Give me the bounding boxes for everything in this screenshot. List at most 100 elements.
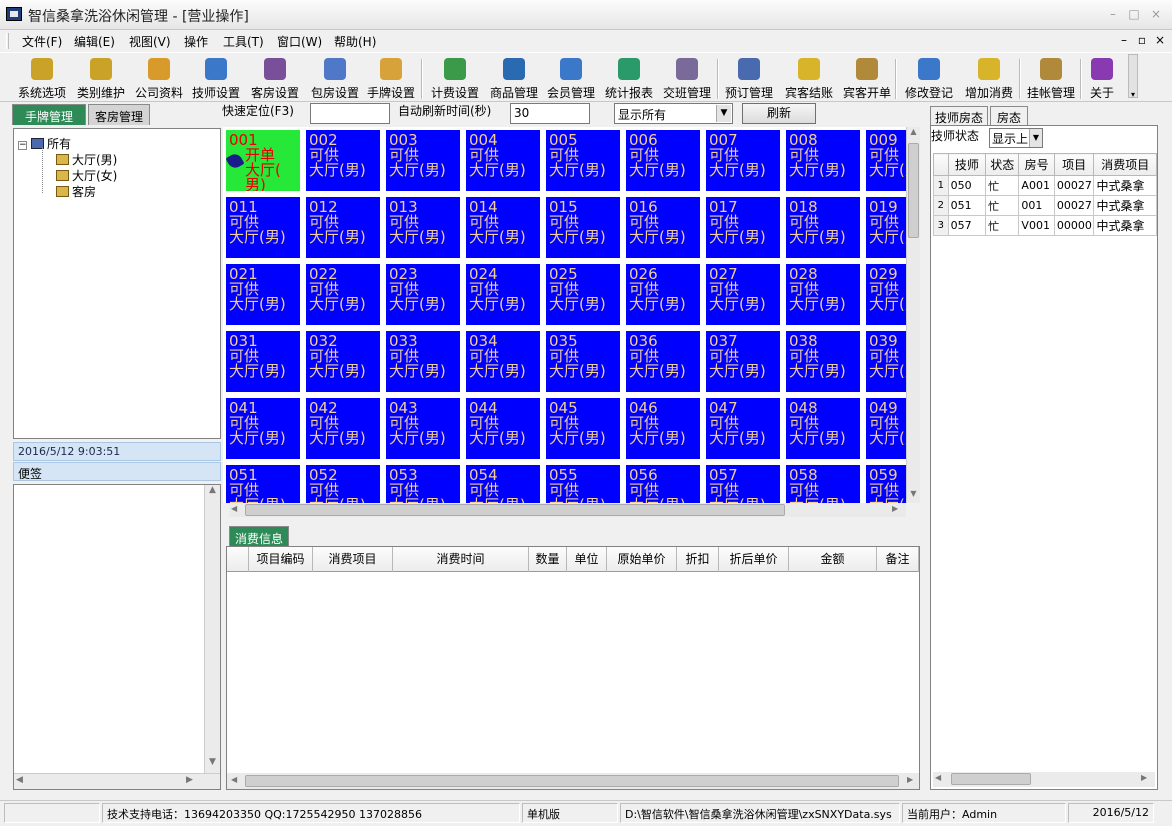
room-tile[interactable]: 003 可供 大厅(男) — [386, 130, 460, 191]
room-tile[interactable]: 007 可供 大厅(男) — [706, 130, 780, 191]
tech-hscroll[interactable]: ◀ ▶ — [933, 772, 1155, 787]
scroll-right-icon[interactable]: ▶ — [1141, 773, 1147, 782]
collapse-icon[interactable]: − — [18, 141, 27, 150]
tab-hand-card[interactable]: 手牌管理 — [12, 104, 86, 125]
room-tile[interactable]: 019可供大厅(男) — [866, 197, 906, 258]
room-tile[interactable]: 016 可供 大厅(男) — [626, 197, 700, 258]
tab-consumption[interactable]: 消费信息 — [229, 526, 289, 546]
room-tile[interactable]: 032 可供 大厅(男) — [306, 331, 380, 392]
room-tile[interactable]: 031 可供 大厅(男) — [226, 331, 300, 392]
room-tile[interactable]: 036 可供 大厅(男) — [626, 331, 700, 392]
scroll-thumb[interactable] — [951, 773, 1031, 785]
tree-root[interactable]: − 所有 — [18, 135, 71, 152]
dropdown-arrow-icon[interactable]: ▼ — [716, 105, 731, 122]
tech-column-header[interactable]: 房号 — [1018, 153, 1055, 176]
menu-help[interactable]: 帮助(H) — [334, 33, 376, 50]
toolbar-button-19[interactable]: 关于 — [1084, 55, 1120, 101]
toolbar-button-12[interactable]: 交班管理 — [658, 55, 716, 101]
tree-item-hall-female[interactable]: 大厅(女) — [56, 167, 117, 184]
room-tile[interactable]: 054可供大厅(男) — [466, 465, 540, 503]
menu-edit[interactable]: 编辑(E) — [74, 33, 115, 50]
room-tile[interactable]: 047 可供 大厅(男) — [706, 398, 780, 459]
scroll-left-icon[interactable]: ◀ — [935, 773, 941, 782]
scroll-left-icon[interactable]: ◀ — [231, 504, 237, 513]
display-filter-select[interactable]: 显示所有 ▼ — [614, 103, 733, 124]
scroll-up-icon[interactable]: ▲ — [205, 485, 220, 501]
tab-room-manage[interactable]: 客房管理 — [88, 104, 150, 125]
toolbar-button-3[interactable]: 公司资料 — [130, 55, 188, 101]
scroll-left-icon[interactable]: ◀ — [231, 775, 237, 784]
column-header[interactable]: 单位 — [567, 547, 607, 572]
column-header[interactable]: 折扣 — [677, 547, 719, 572]
toolbar-button-7[interactable]: 手牌设置 — [362, 55, 420, 101]
scroll-up-icon[interactable]: ▲ — [907, 127, 920, 141]
room-tile[interactable]: 037 可供 大厅(男) — [706, 331, 780, 392]
room-tile[interactable]: 051可供大厅(男) — [226, 465, 300, 503]
toolbar-button-9[interactable]: 商品管理 — [484, 55, 544, 101]
room-tile[interactable]: 023 可供 大厅(男) — [386, 264, 460, 325]
room-tile[interactable]: 028 可供 大厅(男) — [786, 264, 860, 325]
dropdown-arrow-icon[interactable]: ▼ — [1029, 129, 1042, 147]
column-header[interactable]: 数量 — [529, 547, 567, 572]
tree-item-rooms[interactable]: 客房 — [56, 183, 96, 200]
toolbar-button-6[interactable]: 包房设置 — [306, 55, 364, 101]
menu-window[interactable]: 窗口(W) — [277, 33, 322, 50]
room-tile[interactable]: 025 可供 大厅(男) — [546, 264, 620, 325]
tab-room-status[interactable]: 房态 — [990, 106, 1028, 125]
scroll-thumb[interactable] — [245, 775, 899, 787]
room-tile[interactable]: 017 可供 大厅(男) — [706, 197, 780, 258]
room-tile[interactable]: 011 可供 大厅(男) — [226, 197, 300, 258]
scroll-right-icon[interactable]: ▶ — [907, 775, 913, 784]
toolbar-button-1[interactable]: 系统选项 — [10, 55, 74, 101]
scroll-down-icon[interactable]: ▼ — [205, 757, 220, 773]
toolbar-button-18[interactable]: 挂帐管理 — [1024, 55, 1078, 101]
room-tile[interactable]: 001 开单 大厅(男) — [226, 130, 300, 191]
toolbar-button-14[interactable]: 宾客结账 — [780, 55, 838, 101]
toolbar-button-2[interactable]: 类别维护 — [70, 55, 132, 101]
toolbar-button-13[interactable]: 预订管理 — [722, 55, 776, 101]
room-tile[interactable]: 052可供大厅(男) — [306, 465, 380, 503]
tech-row[interactable]: 1 050 忙 A001 00027 中式桑拿 — [933, 175, 1157, 196]
room-tile[interactable]: 041 可供 大厅(男) — [226, 398, 300, 459]
menu-file[interactable]: 文件(F) — [22, 33, 62, 50]
toolbar-button-10[interactable]: 会员管理 — [544, 55, 598, 101]
room-tile[interactable]: 006 可供 大厅(男) — [626, 130, 700, 191]
menu-view[interactable]: 视图(V) — [129, 33, 171, 50]
column-header[interactable]: 备注 — [877, 547, 919, 572]
column-header[interactable]: 消费时间 — [393, 547, 529, 572]
maximize-button[interactable]: □ — [1124, 6, 1144, 22]
room-grid-vscroll[interactable]: ▲ ▼ — [906, 127, 920, 503]
room-tile[interactable]: 044 可供 大厅(男) — [466, 398, 540, 459]
tech-row[interactable]: 2 051 忙 001 00027 中式桑拿 — [933, 195, 1157, 216]
consumption-hscroll[interactable]: ◀ ▶ — [227, 773, 919, 789]
tech-column-header[interactable]: 项目 — [1053, 153, 1095, 176]
memo-area[interactable]: ▲ ▼ ◀ ▶ — [13, 484, 221, 790]
menu-tools[interactable]: 工具(T) — [223, 33, 264, 50]
close-button[interactable]: × — [1146, 6, 1166, 22]
tab-tech-status[interactable]: 技师房态 — [930, 106, 988, 125]
menu-operate[interactable]: 操作 — [184, 33, 208, 50]
room-tile[interactable]: 021 可供 大厅(男) — [226, 264, 300, 325]
tech-column-header[interactable]: 技师 — [947, 153, 987, 176]
toolbar-button-17[interactable]: 增加消费 — [960, 55, 1018, 101]
room-tile[interactable]: 027 可供 大厅(男) — [706, 264, 780, 325]
room-tile[interactable]: 057可供大厅(男) — [706, 465, 780, 503]
refresh-button[interactable]: 刷新 — [742, 103, 816, 124]
toolbar-overflow-icon[interactable]: ▾ — [1128, 54, 1138, 99]
tree-item-hall-male[interactable]: 大厅(男) — [56, 151, 117, 168]
mdi-restore-button[interactable]: ▫ — [1134, 32, 1150, 48]
room-tile[interactable]: 009可供大厅(男) — [866, 130, 906, 191]
room-tile[interactable]: 043 可供 大厅(男) — [386, 398, 460, 459]
room-tile[interactable]: 058可供大厅(男) — [786, 465, 860, 503]
scroll-right-icon[interactable]: ▶ — [892, 504, 898, 513]
column-header[interactable]: 折后单价 — [719, 547, 789, 572]
room-tile[interactable]: 046 可供 大厅(男) — [626, 398, 700, 459]
toolbar-button-5[interactable]: 客房设置 — [246, 55, 304, 101]
room-tile[interactable]: 035 可供 大厅(男) — [546, 331, 620, 392]
scroll-thumb[interactable] — [908, 143, 919, 238]
minimize-button[interactable]: – — [1103, 6, 1123, 22]
scroll-left-icon[interactable]: ◀ — [16, 775, 23, 785]
room-tile[interactable]: 042 可供 大厅(男) — [306, 398, 380, 459]
tech-column-header[interactable]: 消费项目 — [1093, 153, 1157, 176]
scroll-thumb[interactable] — [245, 504, 785, 516]
